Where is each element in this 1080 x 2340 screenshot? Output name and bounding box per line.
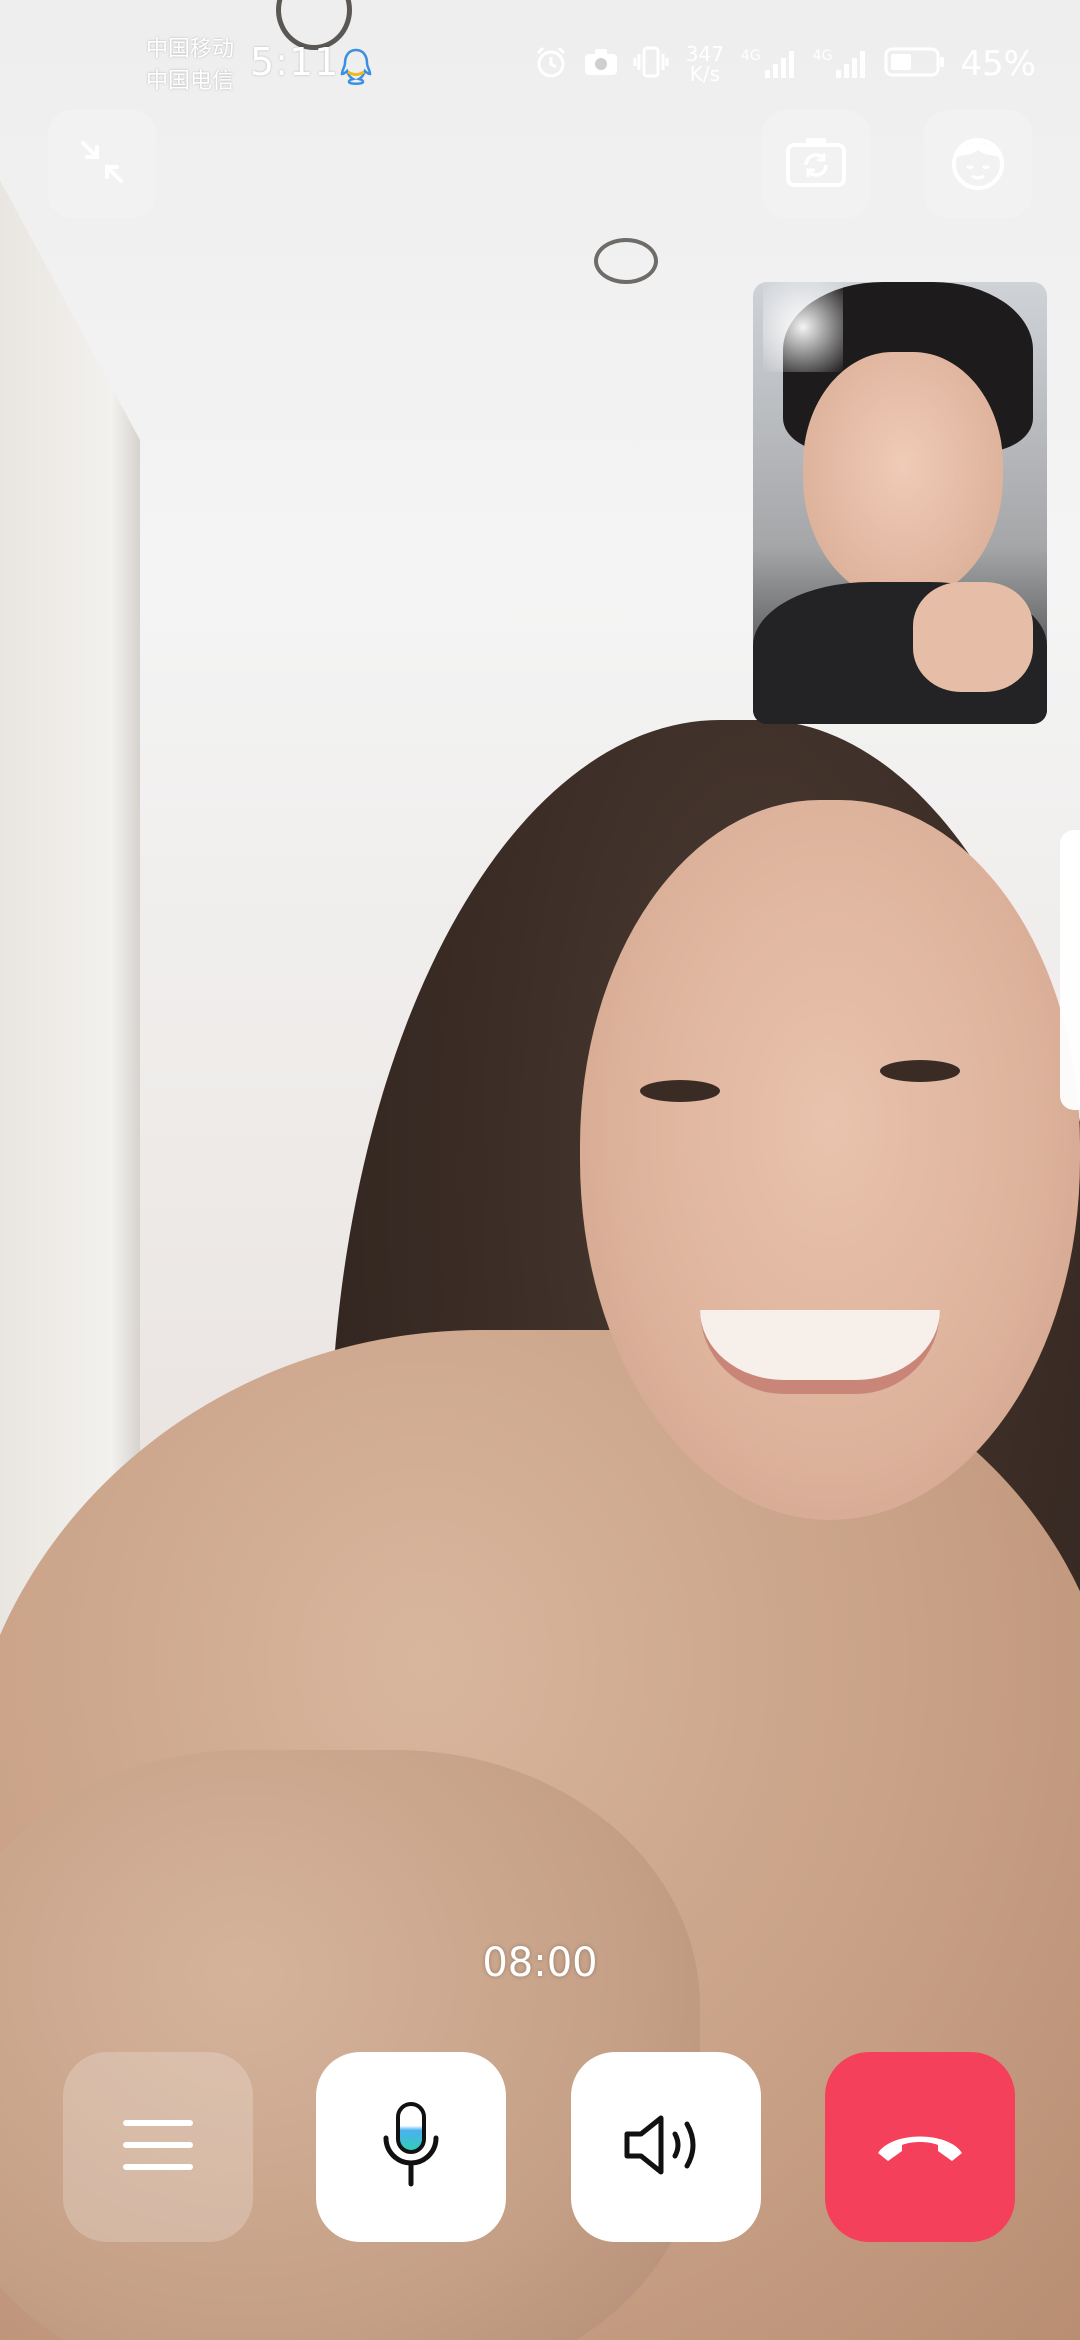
remote-person-eye xyxy=(880,1060,960,1082)
camera-icon xyxy=(583,47,619,81)
self-light-glare xyxy=(763,282,843,372)
side-panel-handle[interactable] xyxy=(1060,830,1080,1110)
minimize-icon xyxy=(77,137,127,191)
battery-percent: 45% xyxy=(960,44,1036,84)
status-time: 5:11 xyxy=(250,40,340,84)
alarm-icon xyxy=(533,44,569,84)
remote-person-eye xyxy=(640,1080,720,1102)
qq-notification-icon xyxy=(338,46,374,86)
microphone-icon xyxy=(376,2100,446,2194)
beauty-filter-icon xyxy=(945,132,1011,196)
network-speed-unit: K/s xyxy=(689,62,721,86)
battery-icon xyxy=(884,46,946,82)
hang-up-button[interactable] xyxy=(825,2052,1015,2242)
speaker-icon xyxy=(621,2110,711,2184)
carrier-1: 中国移动 xyxy=(146,37,235,62)
menu-button[interactable] xyxy=(63,2052,253,2242)
remote-person-face xyxy=(580,800,1080,1520)
network-type-2: 4G xyxy=(812,48,833,64)
network-speed-value: 347 xyxy=(685,42,724,66)
carrier-2: 中国电信 xyxy=(146,69,235,94)
self-face xyxy=(803,352,1003,602)
hang-up-icon xyxy=(872,2125,968,2169)
status-bar: 中国移动 中国电信 5:11 347 K/s 4G 4G 45% xyxy=(0,0,1080,120)
vibrate-icon xyxy=(633,44,669,84)
network-speed: 347 K/s xyxy=(683,44,727,84)
signal-icon: 4G xyxy=(813,48,871,80)
call-timer: 08:00 xyxy=(482,1940,598,1986)
microphone-button[interactable] xyxy=(316,2052,506,2242)
video-call-screen: 中国移动 中国电信 5:11 347 K/s 4G 4G 45% 08:00 xyxy=(0,0,1080,2340)
switch-camera-button[interactable] xyxy=(762,110,870,218)
speaker-button[interactable] xyxy=(571,2052,761,2242)
status-icons: 347 K/s 4G 4G 45% xyxy=(533,40,1036,88)
signal-icon: 4G xyxy=(741,48,799,80)
menu-icon xyxy=(122,2115,194,2179)
carrier-names: 中国移动 中国电信 xyxy=(146,34,234,98)
beauty-filter-button[interactable] xyxy=(924,110,1032,218)
self-hand xyxy=(913,582,1033,692)
minimize-button[interactable] xyxy=(48,110,156,218)
background-ceiling-light xyxy=(594,238,658,284)
self-video-preview[interactable] xyxy=(753,282,1047,724)
network-type-1: 4G xyxy=(740,48,761,64)
remote-person-sleeve xyxy=(0,1750,700,2340)
switch-camera-icon xyxy=(784,135,848,193)
